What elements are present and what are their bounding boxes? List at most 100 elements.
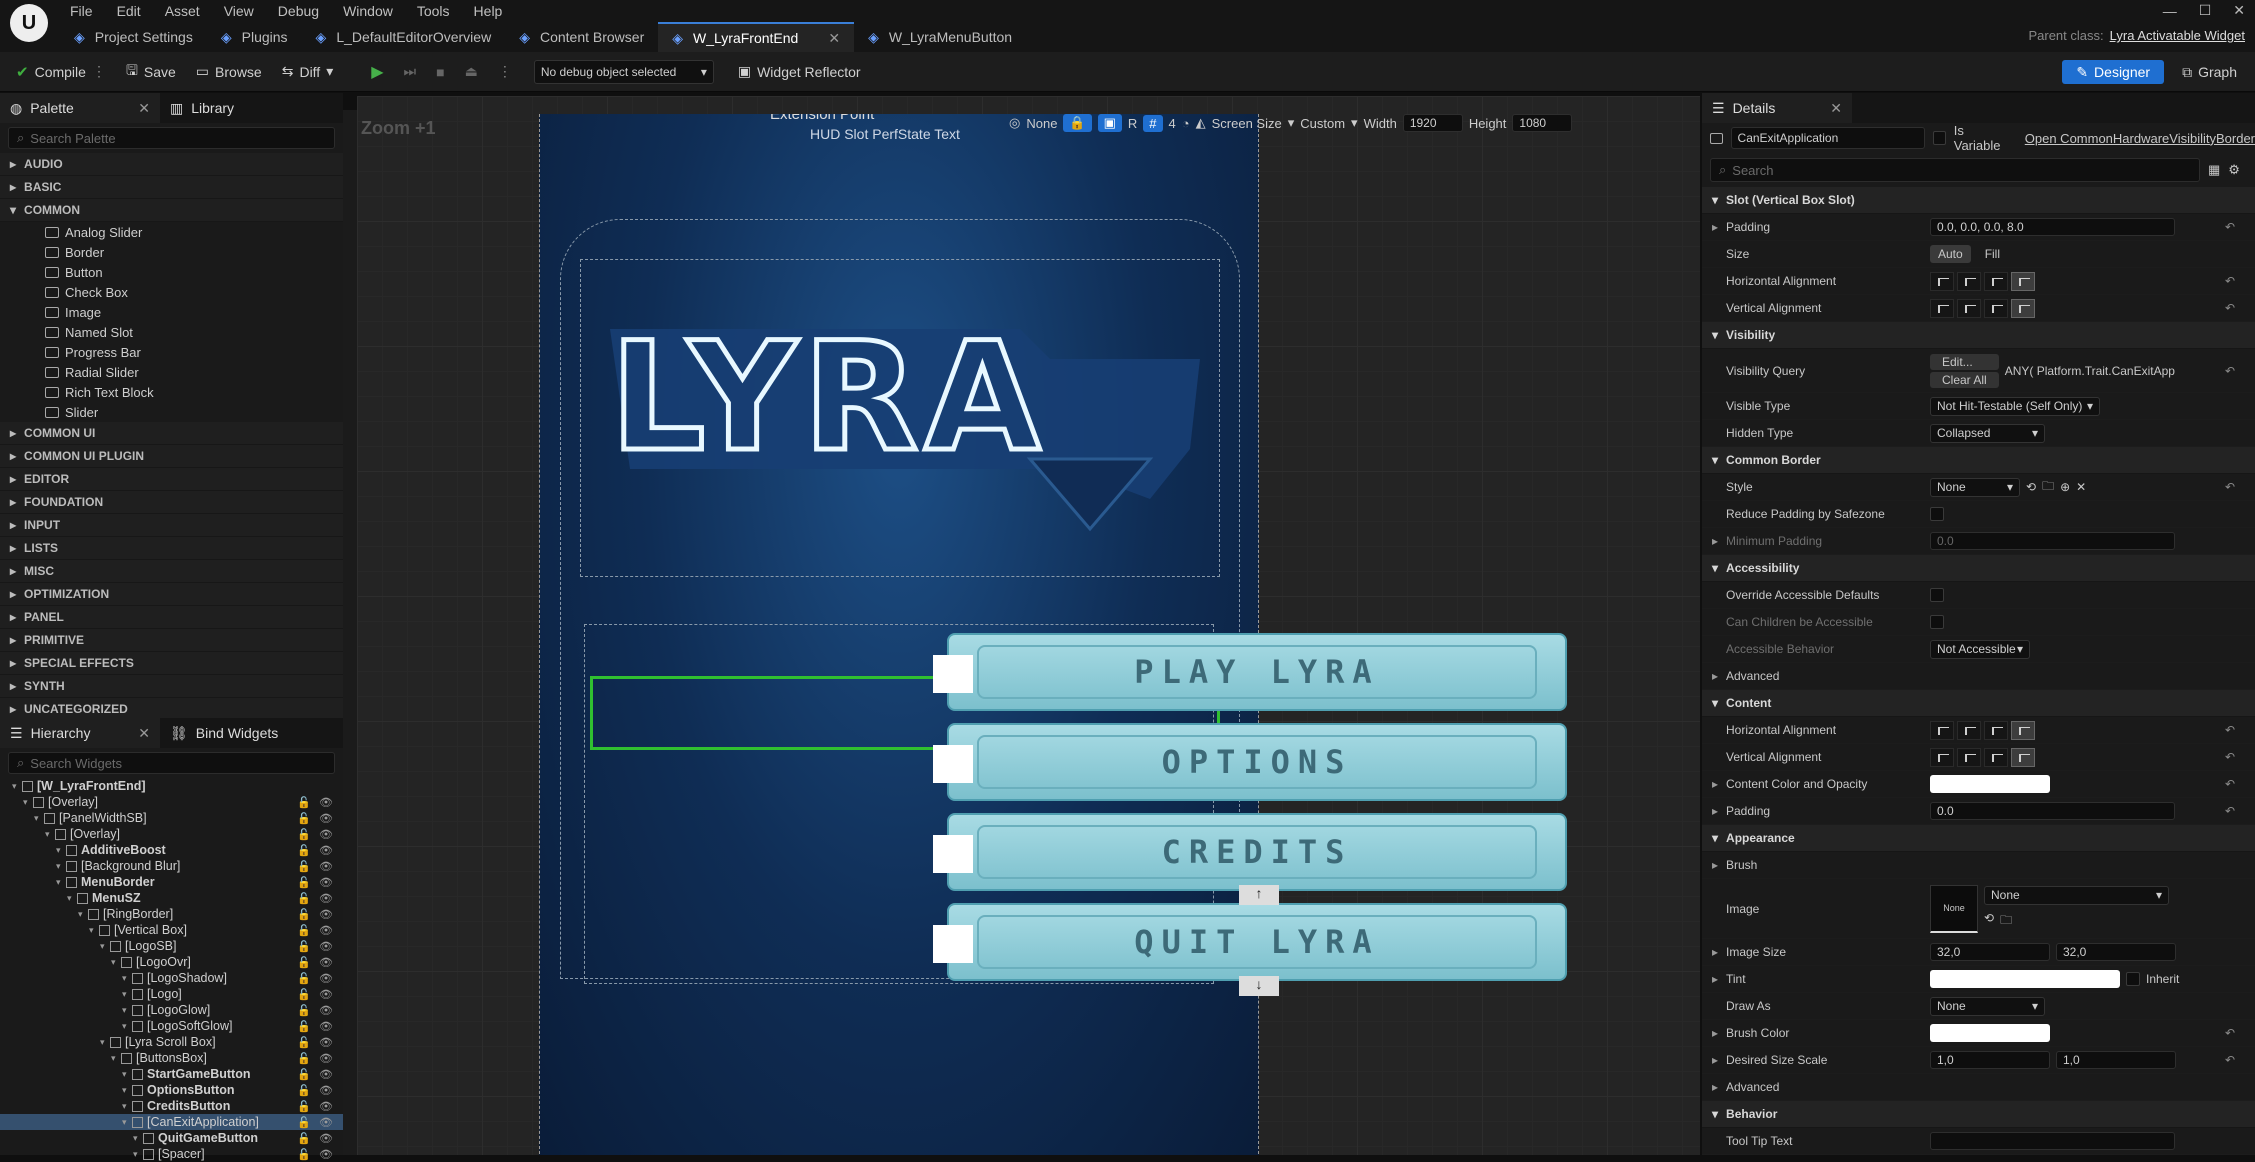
palette-widget-item[interactable]: Radial Slider [0, 362, 343, 382]
tree-expander-icon[interactable]: ▾ [133, 1149, 143, 1160]
lock-icon[interactable]: 🔓 [297, 1148, 311, 1161]
unreal-logo-icon[interactable]: U [10, 4, 48, 42]
property-value-input[interactable]: 0.0 [1930, 802, 2175, 820]
menu-item-view[interactable]: View [224, 3, 254, 19]
alignment-option-icon[interactable] [2011, 720, 2035, 740]
alignment-option-icon[interactable] [1984, 298, 2008, 318]
table-view-icon[interactable]: ▦ [2208, 162, 2220, 178]
clear-all-button[interactable]: Clear All [1930, 371, 1999, 388]
chevron-right-icon[interactable]: ▸ [1712, 945, 1718, 959]
tree-expander-icon[interactable]: ▾ [100, 1037, 110, 1048]
visibility-eye-icon[interactable]: 👁 [319, 972, 333, 985]
tab-palette[interactable]: ◍ Palette ✕ [0, 93, 160, 123]
clear-icon[interactable]: ✕ [2076, 480, 2086, 494]
reset-arrow-icon[interactable]: ↶ [2225, 220, 2235, 234]
details-section-header[interactable]: ▾ Slot (Vertical Box Slot) [1702, 187, 2255, 214]
browse-button[interactable]: ▭ Browse [188, 58, 270, 86]
lock-icon[interactable]: 🔓 [297, 1036, 311, 1049]
settings-gear-icon[interactable]: ⚙ [2228, 162, 2240, 178]
locale-none[interactable]: None [1026, 116, 1057, 131]
palette-category[interactable]: ▸ PRIMITIVE [0, 629, 343, 652]
tree-expander-icon[interactable]: ▾ [122, 989, 132, 1000]
menu-item-edit[interactable]: Edit [117, 3, 141, 19]
lock-icon[interactable]: 🔓 [297, 1052, 311, 1065]
globe-icon[interactable]: ◎ [1009, 115, 1020, 131]
tree-expander-icon[interactable]: ▾ [100, 941, 110, 952]
visibility-eye-icon[interactable]: 👁 [319, 924, 333, 937]
lock-icon[interactable]: 🔓 [297, 860, 311, 873]
close-tab-icon[interactable]: ✕ [138, 725, 150, 742]
palette-category[interactable]: ▸ EDITOR [0, 468, 343, 491]
palette-category[interactable]: ▸ FOUNDATION [0, 491, 343, 514]
palette-widget-item[interactable]: Border [0, 242, 343, 262]
close-tab-icon[interactable]: ✕ [138, 100, 150, 117]
respect-locks-icon[interactable]: ▣ [1097, 114, 1122, 132]
credits-button[interactable]: CREDITS [933, 813, 1567, 891]
chevron-right-icon[interactable]: ▸ [1712, 777, 1718, 791]
lock-icon[interactable]: 🔓 [297, 956, 311, 969]
lock-icon[interactable]: 🔓 [297, 812, 311, 825]
chevron-right-icon[interactable]: ▸ [1712, 972, 1718, 986]
visibility-eye-icon[interactable]: 👁 [319, 860, 333, 873]
lock-icon[interactable]: 🔓 [297, 892, 311, 905]
play-button[interactable]: ▶ [363, 58, 391, 86]
tree-expander-icon[interactable]: ▾ [122, 1085, 132, 1096]
browse-icon[interactable]: 🗀 [2000, 911, 2012, 932]
chevron-right-icon[interactable]: ▸ [1712, 1053, 1718, 1067]
tree-expander-icon[interactable]: ▾ [45, 829, 55, 840]
property-checkbox[interactable] [1930, 615, 1944, 629]
palette-category[interactable]: ▸ LISTS [0, 537, 343, 560]
reset-arrow-icon[interactable]: ↶ [2225, 364, 2235, 378]
palette-widget-item[interactable]: Image [0, 302, 343, 322]
palette-category[interactable]: ▸ COMMON UI PLUGIN [0, 445, 343, 468]
chevron-right-icon[interactable]: ▸ [1712, 858, 1718, 872]
visibility-eye-icon[interactable]: 👁 [319, 812, 333, 825]
visibility-eye-icon[interactable]: 👁 [319, 828, 333, 841]
hierarchy-row[interactable]: ▾ [LogoSoftGlow] 🔓 👁 [0, 1018, 343, 1034]
alignment-option-icon[interactable] [2011, 271, 2035, 291]
hierarchy-row[interactable]: ▾ [W_LyraFrontEnd] [0, 778, 343, 794]
screen-size-dropdown[interactable]: Screen Size [1212, 116, 1282, 131]
alignment-option-icon[interactable] [1957, 298, 1981, 318]
tab-bind-widgets[interactable]: ⛓ Bind Widgets [160, 718, 288, 748]
use-asset-icon[interactable]: ⟲ [1984, 911, 1994, 932]
tree-expander-icon[interactable]: ▾ [122, 1069, 132, 1080]
chevron-right-icon[interactable]: ▸ [1712, 669, 1718, 683]
alignment-option-icon[interactable] [2011, 747, 2035, 767]
hierarchy-row[interactable]: ▾ [LogoOvr] 🔓 👁 [0, 954, 343, 970]
property-value-input[interactable]: 32,0 [1930, 943, 2050, 961]
compile-button[interactable]: ✔ Compile ⋮ [8, 58, 114, 86]
size-fill-button[interactable]: Fill [1977, 245, 2008, 263]
tab-document[interactable]: ◈ Plugins [207, 22, 302, 52]
palette-category[interactable]: ▸ BASIC [0, 176, 343, 199]
save-button[interactable]: 🖫 Save [118, 58, 184, 86]
property-value-input[interactable]: 1,0 [2056, 1051, 2176, 1069]
tree-expander-icon[interactable]: ▾ [111, 1053, 121, 1064]
tree-expander-icon[interactable]: ▾ [122, 1005, 132, 1016]
reset-arrow-icon[interactable]: ↶ [2225, 301, 2235, 315]
menu-item-tools[interactable]: Tools [417, 3, 450, 19]
reset-arrow-icon[interactable]: ↶ [2225, 480, 2235, 494]
size-auto-button[interactable]: Auto [1930, 245, 1971, 263]
hierarchy-row[interactable]: ▾ [LogoGlow] 🔓 👁 [0, 1002, 343, 1018]
hierarchy-search-input[interactable]: ⌕ Search Widgets [8, 752, 335, 774]
details-search-input[interactable]: ⌕ Search [1710, 158, 2200, 182]
visibility-eye-icon[interactable]: 👁 [319, 1052, 333, 1065]
tab-library[interactable]: ▥ Library [160, 93, 244, 123]
lock-icon[interactable]: 🔓 [297, 1004, 311, 1017]
tree-expander-icon[interactable]: ▾ [122, 1117, 132, 1128]
lock-icon[interactable]: 🔓 [297, 940, 311, 953]
lock-icon[interactable]: 🔒 [1063, 114, 1092, 132]
hierarchy-row[interactable]: ▾ [ButtonsBox] 🔓 👁 [0, 1050, 343, 1066]
property-dropdown[interactable]: Collapsed ▾ [1930, 423, 2045, 443]
palette-category[interactable]: ▸ SPECIAL EFFECTS [0, 652, 343, 675]
menu-item-file[interactable]: File [70, 3, 93, 19]
color-swatch[interactable] [1930, 1024, 2050, 1042]
tree-expander-icon[interactable]: ▾ [122, 973, 132, 984]
alignment-option-icon[interactable] [1930, 271, 1954, 291]
visibility-eye-icon[interactable]: 👁 [319, 1068, 333, 1081]
palette-category[interactable]: ▸ PANEL [0, 606, 343, 629]
visibility-eye-icon[interactable]: 👁 [319, 1084, 333, 1097]
property-checkbox[interactable] [2126, 972, 2140, 986]
alignment-option-icon[interactable] [2011, 298, 2035, 318]
